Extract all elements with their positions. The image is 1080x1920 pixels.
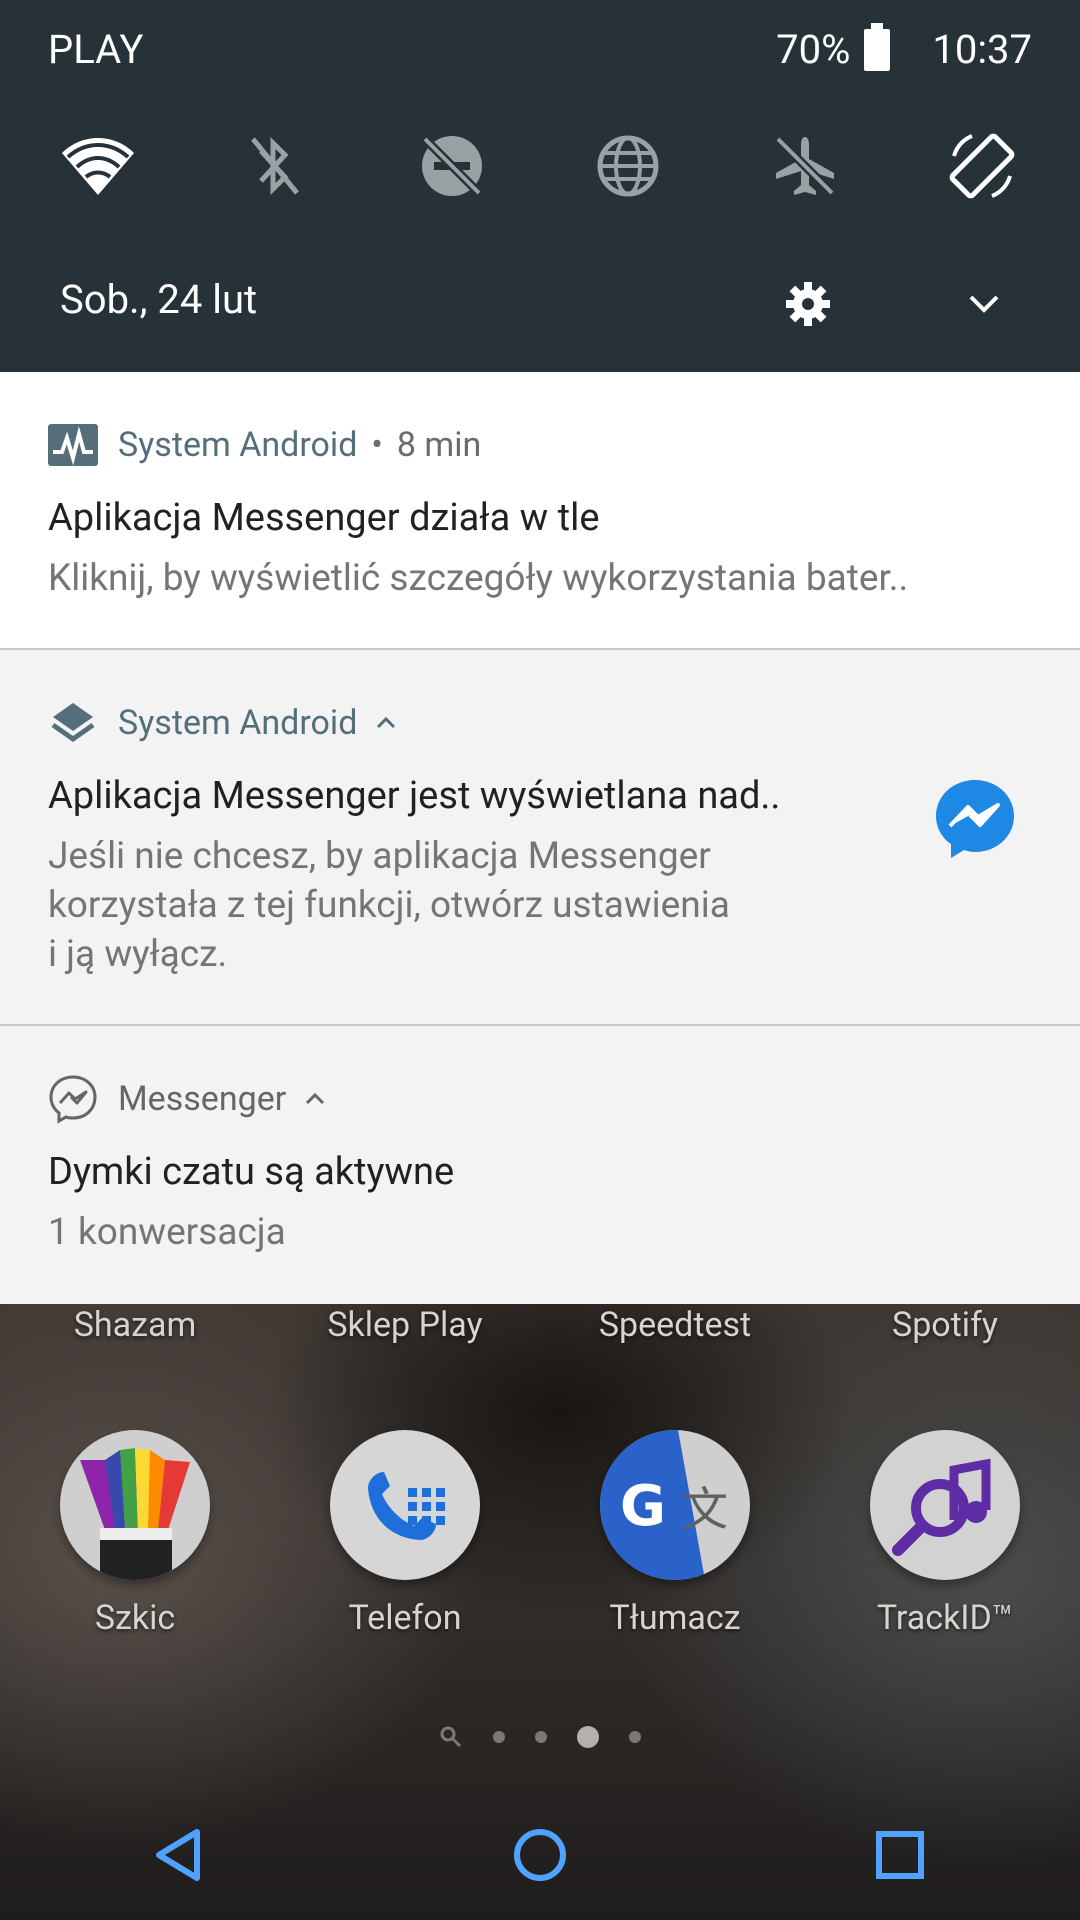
back-button[interactable] bbox=[120, 1795, 240, 1915]
app-label-spotify[interactable]: Spotify bbox=[820, 1305, 1070, 1345]
phone-icon bbox=[330, 1430, 480, 1580]
messenger-logo-icon bbox=[932, 776, 1018, 862]
airplane-mode-off-icon bbox=[774, 135, 836, 197]
globe-icon bbox=[597, 135, 659, 197]
notification-time: 8 min bbox=[396, 425, 482, 465]
notification-text: Kliknij, by wyświetlić szczegóły wykorzy… bbox=[48, 557, 909, 600]
page-dot-active bbox=[577, 1726, 599, 1748]
tile-auto-rotate[interactable] bbox=[932, 120, 1032, 212]
app-tlumacz[interactable]: G 文 Tłumacz bbox=[550, 1430, 800, 1660]
settings-button[interactable] bbox=[776, 272, 840, 336]
recents-icon bbox=[876, 1831, 924, 1879]
notification-header: System Android bbox=[48, 698, 1032, 748]
notification-title: Aplikacja Messenger działa w tle bbox=[48, 496, 600, 540]
page-dot bbox=[493, 1731, 505, 1743]
app-trackid[interactable]: TrackID™ bbox=[820, 1430, 1070, 1660]
wifi-icon bbox=[62, 138, 135, 195]
home-icon bbox=[514, 1829, 566, 1881]
app-label-szkic: Szkic bbox=[94, 1598, 176, 1638]
activity-monitor-icon bbox=[48, 420, 98, 470]
battery-icon bbox=[864, 22, 891, 71]
clock: 10:37 bbox=[932, 26, 1032, 73]
tile-bluetooth[interactable] bbox=[225, 120, 325, 212]
home-top-labels: Shazam Sklep Play Speedtest Spotify bbox=[0, 1300, 1080, 1350]
battery-percent: 70% bbox=[776, 26, 851, 73]
notification-text: Jeśli nie chcesz, by aplikacja Messenger… bbox=[48, 832, 848, 979]
notification-text-line: korzystała z tej funkcji, otwórz ustawie… bbox=[48, 884, 730, 927]
notification-app-name: System Android bbox=[118, 425, 358, 465]
app-label-speedtest[interactable]: Speedtest bbox=[550, 1305, 800, 1345]
app-label-trackid: TrackID™ bbox=[876, 1598, 1014, 1638]
app-szkic[interactable]: Szkic bbox=[10, 1430, 260, 1660]
page-dot bbox=[629, 1731, 641, 1743]
page-indicator bbox=[0, 1722, 1080, 1752]
tile-do-not-disturb[interactable] bbox=[402, 120, 502, 212]
translate-icon: G 文 bbox=[600, 1430, 750, 1580]
notification-draw-over-apps[interactable]: System Android Aplikacja Messenger jest … bbox=[0, 650, 1080, 1026]
app-label-play-store[interactable]: Sklep Play bbox=[280, 1305, 530, 1345]
chevron-down-icon bbox=[969, 295, 999, 313]
home-app-row: Szkic Telefon G 文 Tłumacz TrackID™ bbox=[0, 1430, 1080, 1660]
quick-settings-tiles bbox=[0, 120, 1080, 212]
tile-wifi[interactable] bbox=[48, 120, 148, 212]
trackid-icon bbox=[870, 1430, 1020, 1580]
search-icon bbox=[440, 1726, 462, 1748]
notification-app-name: System Android bbox=[118, 703, 358, 743]
carrier-name: PLAY bbox=[48, 26, 144, 73]
app-telefon[interactable]: Telefon bbox=[280, 1430, 530, 1660]
quick-settings-panel: PLAY 70% 10:37 Sob., 24 lut bbox=[0, 0, 1080, 372]
layers-icon bbox=[48, 698, 98, 748]
notification-text-line: Jeśli nie chcesz, by aplikacja Messenger bbox=[48, 835, 711, 878]
notification-title: Dymki czatu są aktywne bbox=[48, 1150, 455, 1194]
chevron-up-icon[interactable] bbox=[304, 1092, 326, 1106]
do-not-disturb-off-icon bbox=[421, 135, 482, 197]
app-label-tlumacz: Tłumacz bbox=[609, 1598, 741, 1638]
status-bar: PLAY 70% 10:37 bbox=[0, 0, 1080, 100]
app-label-shazam[interactable]: Shazam bbox=[10, 1305, 260, 1345]
date-label[interactable]: Sob., 24 lut bbox=[60, 276, 257, 323]
navigation-bar bbox=[0, 1790, 1080, 1920]
tile-mobile-data[interactable] bbox=[578, 120, 678, 212]
svg-text:G: G bbox=[620, 1474, 666, 1539]
back-icon bbox=[156, 1829, 200, 1881]
header-separator: • bbox=[371, 425, 383, 465]
page-dot bbox=[535, 1731, 547, 1743]
expand-quick-settings-button[interactable] bbox=[954, 272, 1014, 336]
status-right: 70% 10:37 bbox=[776, 22, 1032, 73]
quick-settings-footer: Sob., 24 lut bbox=[0, 262, 1080, 342]
bluetooth-off-icon bbox=[251, 136, 299, 196]
tile-airplane-mode[interactable] bbox=[755, 120, 855, 212]
notification-text-line: i ją wyłącz. bbox=[48, 933, 228, 976]
notification-app-name: Messenger bbox=[118, 1079, 287, 1119]
notification-battery-usage[interactable]: System Android • 8 min Aplikacja Messeng… bbox=[0, 372, 1080, 650]
notification-header: System Android • 8 min bbox=[48, 420, 1032, 470]
notification-title: Aplikacja Messenger jest wyświetlana nad… bbox=[48, 774, 781, 818]
sketch-icon bbox=[60, 1430, 210, 1580]
app-label-telefon: Telefon bbox=[348, 1598, 462, 1638]
svg-text:文: 文 bbox=[682, 1482, 728, 1536]
home-button[interactable] bbox=[480, 1795, 600, 1915]
notification-header: Messenger bbox=[48, 1074, 1032, 1124]
messenger-outline-icon bbox=[48, 1074, 98, 1124]
gear-icon bbox=[786, 282, 830, 326]
chevron-up-icon[interactable] bbox=[375, 716, 397, 730]
auto-rotate-icon bbox=[949, 133, 1014, 199]
recents-button[interactable] bbox=[840, 1795, 960, 1915]
notification-chat-heads[interactable]: Messenger Dymki czatu są aktywne 1 konwe… bbox=[0, 1026, 1080, 1304]
notification-text: 1 konwersacja bbox=[48, 1211, 286, 1254]
